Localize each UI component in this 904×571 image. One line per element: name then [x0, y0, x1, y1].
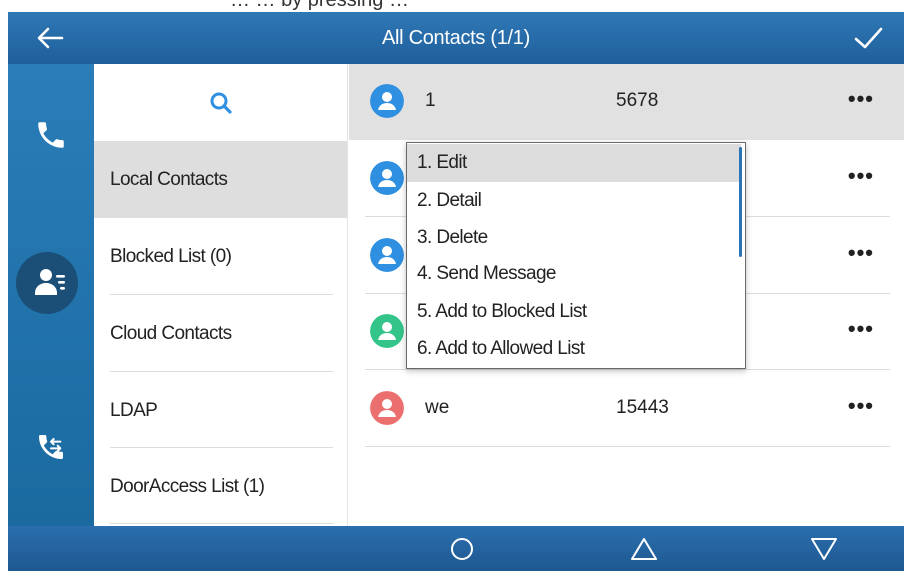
caption-text: … … by pressing … — [230, 0, 409, 11]
search-icon — [210, 92, 232, 114]
source-item-label: LDAP — [110, 399, 158, 421]
title-bar: All Contacts (1/1) — [8, 12, 904, 64]
contact-row[interactable]: 1 5678 ••• — [349, 64, 904, 140]
more-options-button[interactable]: ••• — [848, 86, 874, 112]
source-item-ldap[interactable]: LDAP — [94, 372, 347, 449]
triangle-down-icon — [811, 538, 837, 560]
contact-number: 15443 — [616, 397, 669, 418]
home-button[interactable] — [442, 532, 482, 566]
menu-scrollbar[interactable] — [739, 147, 742, 257]
search-button[interactable] — [94, 64, 347, 141]
contact-avatar-icon — [370, 84, 404, 118]
source-item-cloud-contacts[interactable]: Cloud Contacts — [94, 295, 347, 372]
menu-item-delete[interactable]: 3. Delete — [407, 219, 741, 257]
page-down-button[interactable] — [804, 532, 844, 566]
contact-avatar-icon — [370, 314, 404, 348]
more-options-button[interactable]: ••• — [848, 393, 874, 419]
rail-item-call-history[interactable] — [8, 412, 94, 482]
triangle-up-icon — [631, 538, 657, 560]
divider — [365, 446, 890, 447]
checkmark-icon — [854, 27, 883, 49]
contact-number: 5678 — [616, 90, 659, 111]
rail-item-phone[interactable] — [8, 100, 94, 170]
contacts-icon — [35, 269, 65, 295]
rail-item-contacts[interactable] — [8, 248, 94, 318]
phone-icon — [38, 122, 64, 148]
source-item-label: Local Contacts — [110, 168, 228, 190]
contact-row[interactable]: we 15443 ••• — [349, 371, 904, 447]
contact-options-menu: 1. Edit 2. Detail 3. Delete 4. Send Mess… — [406, 142, 746, 369]
page-up-button[interactable] — [624, 532, 664, 566]
menu-item-send-message[interactable]: 4. Send Message — [407, 255, 741, 293]
caption-strip: … … by pressing … — [0, 0, 904, 12]
source-item-dooraccess-list[interactable]: DoorAccess List (1) — [94, 448, 347, 525]
menu-item-edit[interactable]: 1. Edit — [407, 144, 741, 182]
menu-item-add-to-allowed-list[interactable]: 6. Add to Allowed List — [407, 330, 741, 368]
source-item-label: Cloud Contacts — [110, 322, 232, 344]
page-title: All Contacts (1/1) — [382, 27, 530, 49]
more-options-button[interactable]: ••• — [848, 316, 874, 342]
source-item-label: DoorAccess List (1) — [110, 475, 265, 497]
call-history-icon — [39, 435, 63, 459]
confirm-button[interactable] — [846, 20, 890, 56]
menu-item-add-to-blocked-list[interactable]: 5. Add to Blocked List — [407, 293, 741, 331]
source-item-blocked-list[interactable]: Blocked List (0) — [94, 218, 347, 295]
more-options-button[interactable]: ••• — [848, 240, 874, 266]
source-item-local-contacts[interactable]: Local Contacts — [94, 141, 347, 218]
contact-name: we — [425, 397, 450, 418]
circle-home-icon — [451, 538, 473, 560]
contact-avatar-icon — [370, 161, 404, 195]
contact-name: 1 — [425, 90, 436, 111]
side-rail — [8, 64, 94, 526]
divider — [110, 523, 333, 524]
bottom-nav-bar — [8, 526, 904, 571]
more-options-button[interactable]: ••• — [848, 163, 874, 189]
menu-item-detail[interactable]: 2. Detail — [407, 182, 741, 220]
contact-avatar-icon — [370, 238, 404, 272]
source-item-label: Blocked List (0) — [110, 245, 232, 267]
contact-source-list: Local Contacts Blocked List (0) Cloud Co… — [94, 64, 348, 526]
contact-avatar-icon — [370, 391, 404, 425]
divider — [365, 369, 890, 370]
